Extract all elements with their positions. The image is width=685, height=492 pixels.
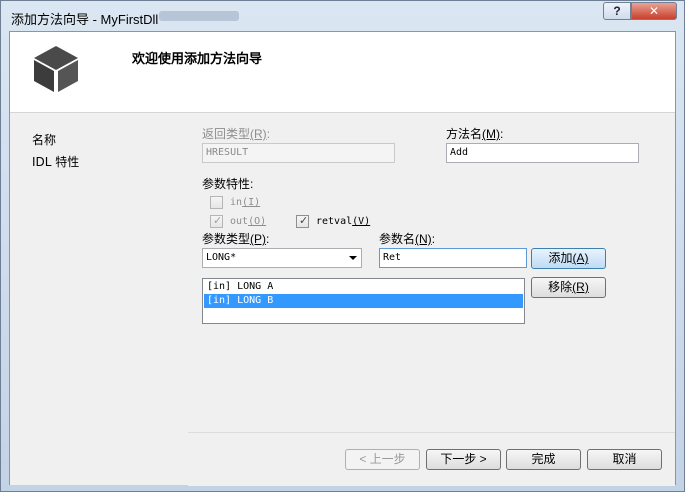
window-title: 添加方法向导 - MyFirstDll <box>11 12 159 27</box>
dialog-client: 欢迎使用添加方法向导 名称 IDL 特性 返回类型(R): HRESULT 方法… <box>9 31 676 486</box>
close-button[interactable]: ✕ <box>631 2 677 20</box>
wizard-nav: 名称 IDL 特性 <box>10 113 188 485</box>
check-icon: ✓ <box>213 215 223 227</box>
chevron-down-icon <box>349 256 357 260</box>
param-list[interactable]: [in] LONG A [in] LONG B <box>202 278 525 324</box>
list-item[interactable]: [in] LONG B <box>204 294 523 308</box>
wizard-title: 欢迎使用添加方法向导 <box>132 51 263 66</box>
method-name-field[interactable]: Add <box>446 143 639 163</box>
wizard-main: 返回类型(R): HRESULT 方法名(M): Add 参数特性: in(I)… <box>188 113 675 432</box>
next-button[interactable]: 下一步 > <box>426 449 501 470</box>
method-name-label: 方法名(M): <box>446 127 504 141</box>
cancel-button[interactable]: 取消 <box>587 449 662 470</box>
list-item[interactable]: [in] LONG A <box>204 280 523 294</box>
out-label: out(O) <box>230 216 267 227</box>
nav-item-idl[interactable]: IDL 特性 <box>32 153 79 170</box>
in-checkbox <box>210 196 223 209</box>
title-bar[interactable]: 添加方法向导 - MyFirstDll ? ✕ <box>1 1 684 31</box>
retval-checkbox[interactable]: ✓ <box>296 215 309 228</box>
return-type-field: HRESULT <box>202 143 395 163</box>
check-icon: ✓ <box>299 215 309 227</box>
retval-label: retval(V) <box>316 216 371 227</box>
return-type-label: 返回类型(R): <box>202 127 271 141</box>
finish-button[interactable]: 完成 <box>506 449 581 470</box>
in-label: in(I) <box>230 197 261 208</box>
param-attrs-label: 参数特性: <box>202 177 254 191</box>
param-name-field[interactable]: Ret <box>379 248 527 268</box>
add-param-button[interactable]: 添加(A) <box>531 248 606 269</box>
cube-icon <box>34 46 78 92</box>
help-button[interactable]: ? <box>603 2 631 20</box>
param-name-label: 参数名(N): <box>379 232 436 246</box>
wizard-header: 欢迎使用添加方法向导 <box>10 32 675 113</box>
remove-param-button[interactable]: 移除(R) <box>531 277 606 298</box>
param-type-label: 参数类型(P): <box>202 232 270 246</box>
nav-item-name[interactable]: 名称 <box>32 131 56 148</box>
param-type-value: LONG* <box>206 252 237 263</box>
wizard-footer: < 上一步 下一步 > 完成 取消 <box>188 432 675 486</box>
dialog-window: 添加方法向导 - MyFirstDll ? ✕ 欢迎使用添加方法向导 名称 ID… <box>0 0 685 492</box>
out-checkbox: ✓ <box>210 215 223 228</box>
title-blur <box>159 11 239 21</box>
prev-button: < 上一步 <box>345 449 420 470</box>
param-type-select[interactable]: LONG* <box>202 248 362 268</box>
